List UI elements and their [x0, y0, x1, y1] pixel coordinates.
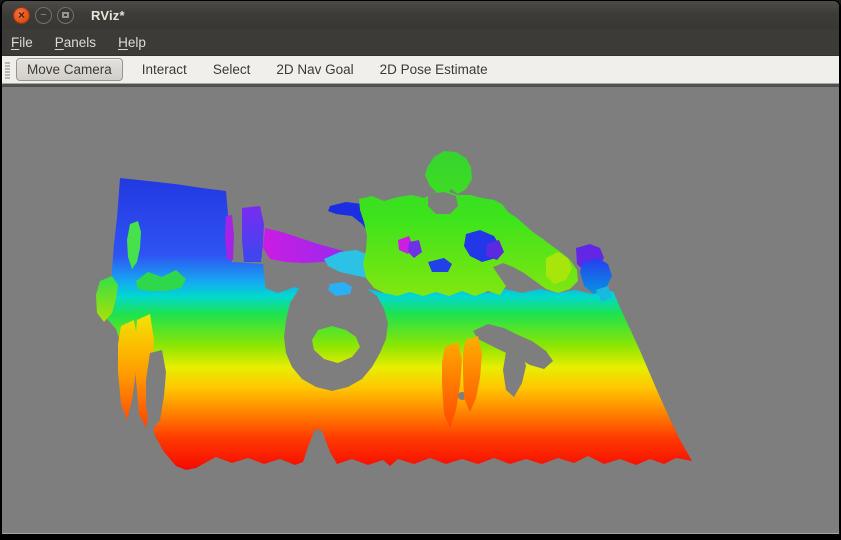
- rviz-window: × − RViz* File Panels Help Move Camera I…: [0, 0, 841, 540]
- minimize-button[interactable]: −: [35, 7, 52, 24]
- toolbar: Move Camera Interact Select 2D Nav Goal …: [2, 56, 839, 84]
- point-cloud: [96, 151, 692, 470]
- close-button[interactable]: ×: [13, 7, 30, 24]
- title-bar[interactable]: × − RViz*: [2, 1, 839, 29]
- toolbar-drag-handle[interactable]: [5, 61, 10, 79]
- tool-select[interactable]: Select: [202, 58, 262, 81]
- floor-plane: [100, 287, 692, 470]
- maximize-icon: [62, 12, 69, 18]
- menu-file[interactable]: File: [2, 31, 44, 54]
- tool-2d-pose-estimate[interactable]: 2D Pose Estimate: [369, 58, 499, 81]
- point-cloud-canvas: [2, 87, 839, 533]
- tool-2d-nav-goal[interactable]: 2D Nav Goal: [265, 58, 364, 81]
- tool-move-camera[interactable]: Move Camera: [16, 58, 123, 81]
- menu-bar: File Panels Help: [2, 29, 839, 56]
- tool-interact[interactable]: Interact: [131, 58, 198, 81]
- close-icon: ×: [18, 9, 25, 21]
- render-viewport[interactable]: [2, 87, 839, 534]
- person-head: [425, 151, 472, 197]
- window-title: RViz*: [91, 8, 125, 23]
- indigo-strip: [242, 206, 264, 262]
- left-leg: [118, 320, 138, 420]
- menu-panels[interactable]: Panels: [44, 31, 107, 54]
- minimize-icon: −: [40, 10, 46, 21]
- maximize-button[interactable]: [57, 7, 74, 24]
- menu-help[interactable]: Help: [107, 31, 157, 54]
